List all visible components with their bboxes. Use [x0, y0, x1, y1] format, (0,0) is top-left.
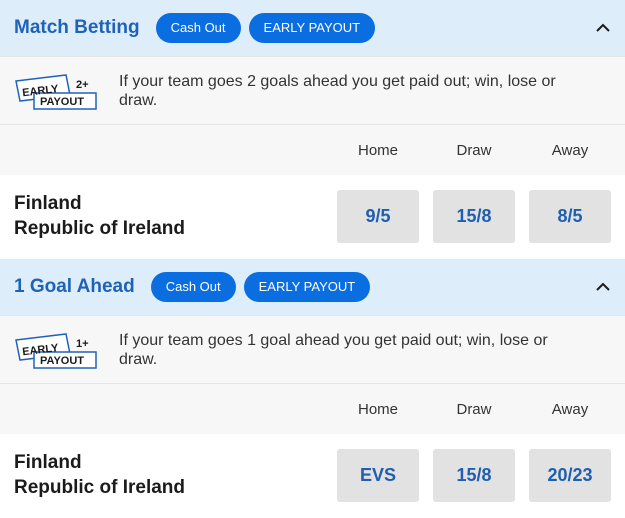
early-payout-badge: EARLY PAYOUT [248, 13, 376, 43]
column-home: Home [357, 142, 398, 159]
column-away: Away [551, 401, 589, 418]
odds-away-button[interactable]: 20/23 [529, 449, 611, 502]
odds-draw-button[interactable]: 15/8 [433, 449, 515, 502]
cash-out-badge: Cash Out [150, 272, 236, 302]
market-title: Match Betting [14, 17, 140, 38]
team-home: Finland [14, 193, 82, 214]
market-header[interactable]: 1 Goal Ahead Cash Out EARLY PAYOUT [0, 259, 625, 315]
goals-label: 1+ [76, 338, 89, 350]
cash-out-badge: Cash Out [155, 13, 241, 43]
info-text: If your team goes 2 goals ahead you get … [119, 72, 556, 109]
market-match-betting: Match Betting Cash Out EARLY PAYOUT EARL… [0, 0, 625, 259]
selection-row: Finland Republic of Ireland EVS 15/8 20/… [0, 434, 625, 518]
market-1-goal-ahead: 1 Goal Ahead Cash Out EARLY PAYOUT EARLY… [0, 259, 625, 518]
odds-away-button[interactable]: 8/5 [529, 190, 611, 243]
market-header[interactable]: Match Betting Cash Out EARLY PAYOUT [0, 0, 625, 56]
chevron-up-icon[interactable] [595, 279, 611, 295]
selection-row: Finland Republic of Ireland 9/5 15/8 8/5 [0, 175, 625, 259]
column-headers: Home Draw Away [0, 124, 625, 175]
column-away: Away [551, 142, 589, 159]
payout-label: PAYOUT [40, 96, 84, 108]
info-text: If your team goes 1 goal ahead you get p… [119, 331, 548, 368]
goals-label: 2+ [76, 79, 89, 91]
column-draw: Draw [456, 142, 492, 159]
early-payout-badge: EARLY PAYOUT [243, 272, 371, 302]
column-headers: Home Draw Away [0, 383, 625, 434]
info-row: EARLY 1+ PAYOUT If your team goes 1 goal… [0, 315, 625, 383]
early-payout-logo: EARLY 1+ PAYOUT [14, 328, 109, 372]
chevron-up-icon[interactable] [595, 20, 611, 36]
column-draw: Draw [456, 401, 492, 418]
payout-label: PAYOUT [40, 355, 84, 367]
info-row: EARLY 2+ PAYOUT If your team goes 2 goal… [0, 56, 625, 124]
market-title: 1 Goal Ahead [14, 276, 135, 297]
team-away: Republic of Ireland [14, 477, 186, 498]
column-home: Home [357, 401, 398, 418]
odds-home-button[interactable]: 9/5 [337, 190, 419, 243]
odds-home-button[interactable]: EVS [337, 449, 419, 502]
team-home: Finland [14, 452, 82, 473]
early-payout-logo: EARLY 2+ PAYOUT [14, 69, 109, 113]
team-away: Republic of Ireland [14, 218, 186, 239]
odds-draw-button[interactable]: 15/8 [433, 190, 515, 243]
